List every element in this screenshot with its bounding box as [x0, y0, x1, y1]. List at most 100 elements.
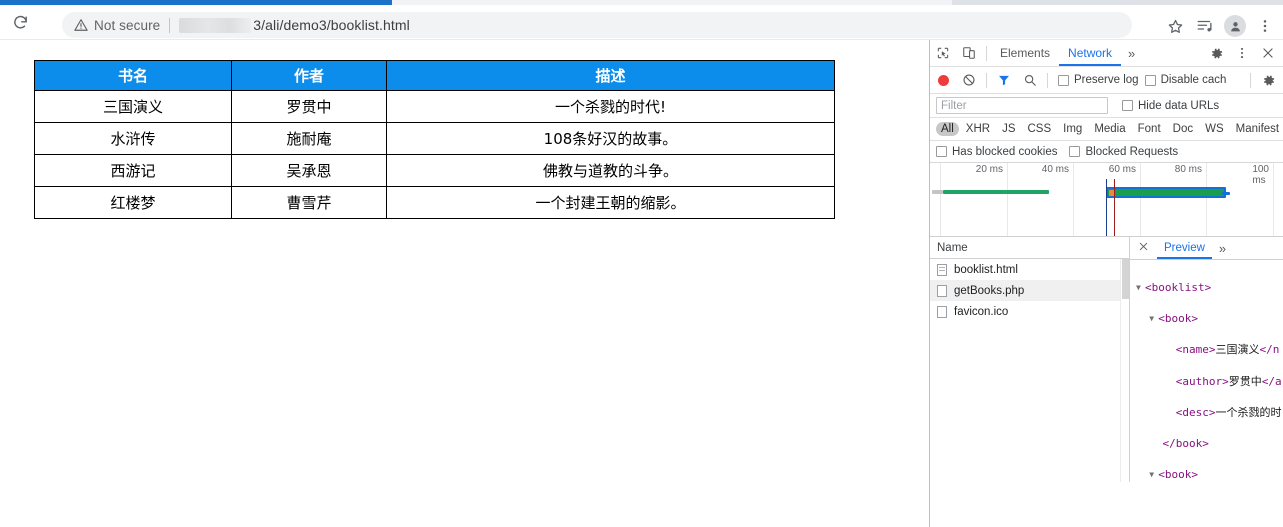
- xml-line: <desc>一个杀戮的时: [1136, 405, 1283, 421]
- disable-cache-checkbox[interactable]: Disable cach: [1144, 74, 1226, 86]
- xml-line: </book>: [1136, 436, 1283, 452]
- filter-input[interactable]: Filter: [936, 97, 1108, 114]
- timeline-bar-tail: [1222, 192, 1230, 195]
- xml-line[interactable]: ▼ <book>: [1136, 311, 1283, 327]
- reload-icon[interactable]: [6, 8, 34, 36]
- chevron-double-right-icon[interactable]: »: [1121, 46, 1142, 61]
- cell-author: 曹雪芹: [231, 186, 387, 219]
- filter-type-doc[interactable]: Doc: [1168, 122, 1198, 136]
- filter-type-xhr[interactable]: XHR: [961, 122, 995, 136]
- three-dot-menu-icon[interactable]: [1229, 40, 1255, 66]
- three-dot-menu-icon[interactable]: [1251, 12, 1279, 40]
- filter-type-js[interactable]: JS: [997, 122, 1020, 136]
- checkbox-box: [1058, 74, 1069, 86]
- xml-value: 三国演义: [1215, 343, 1260, 357]
- blocked-requests-checkbox[interactable]: Blocked Requests: [1069, 146, 1178, 158]
- request-list: Name booklist.html getBooks.php favicon.…: [930, 237, 1130, 482]
- cell-author: 吴承恩: [231, 154, 387, 187]
- xml-line-text: <book>: [1158, 468, 1198, 482]
- hide-data-urls-label: Hide data URLs: [1138, 99, 1220, 112]
- has-blocked-cookies-label: Has blocked cookies: [952, 145, 1058, 158]
- table-row: 西游记 吴承恩 佛教与道教的斗争。: [34, 154, 835, 187]
- devtools-tabbar-actions: [1203, 40, 1281, 66]
- close-icon[interactable]: [1255, 40, 1281, 66]
- tab-preview[interactable]: Preview: [1157, 237, 1212, 259]
- twisty-down-icon[interactable]: ▼: [1136, 280, 1145, 296]
- controls-divider-3: [1250, 72, 1251, 88]
- preserve-log-checkbox[interactable]: Preserve log: [1058, 74, 1139, 86]
- checkbox-box: [1069, 146, 1081, 157]
- timeline-bar-request-1: [943, 190, 1049, 194]
- cell-name: 三国演义: [34, 90, 232, 123]
- table-row: 三国演义 罗贯中 一个杀戮的时代!: [34, 90, 835, 123]
- record-dot-icon[interactable]: [930, 67, 956, 93]
- request-detail-pane: Preview » ▼ <booklist> ▼ <book> <name>三国演义…: [1130, 237, 1283, 482]
- xml-line: <name>三国演义</n: [1136, 342, 1283, 358]
- list-item[interactable]: favicon.ico: [930, 301, 1129, 322]
- list-item[interactable]: booklist.html: [930, 259, 1129, 280]
- chevron-double-right-icon[interactable]: »: [1212, 241, 1233, 256]
- devtools-panel: Elements Network » Preserve log Disable …: [929, 40, 1283, 527]
- xml-value: 罗贯中: [1228, 374, 1262, 388]
- document-icon: [937, 263, 947, 276]
- timeline-tick: 80 ms: [1174, 164, 1202, 175]
- devtools-tabbar: Elements Network »: [930, 40, 1283, 67]
- checkbox-box: [1144, 74, 1156, 86]
- filter-type-media[interactable]: Media: [1089, 122, 1130, 136]
- gear-icon[interactable]: [1203, 40, 1229, 66]
- network-timeline-overview[interactable]: 20 ms 40 ms 60 ms 80 ms 100 ms: [930, 163, 1283, 237]
- xml-line[interactable]: ▼ <booklist>: [1136, 280, 1283, 296]
- cell-author: 罗贯中: [231, 90, 387, 123]
- request-name: booklist.html: [954, 263, 1018, 276]
- cell-name: 水浒传: [34, 122, 232, 155]
- warning-triangle-icon: [74, 19, 88, 31]
- book-list-table: 书名 作者 描述 三国演义 罗贯中 一个杀戮的时代! 水浒传 施耐庵 108条好…: [34, 60, 835, 219]
- device-toolbar-icon[interactable]: [956, 40, 982, 66]
- request-name: getBooks.php: [954, 284, 1025, 297]
- tab-network[interactable]: Network: [1059, 40, 1121, 66]
- table-row: 红楼梦 曹雪芹 一个封建王朝的缩影。: [34, 186, 835, 219]
- timeline-tick: 60 ms: [1108, 164, 1136, 175]
- checkbox-box: [936, 146, 947, 157]
- inspect-element-icon[interactable]: [930, 40, 956, 66]
- filter-type-ws[interactable]: WS: [1200, 122, 1229, 136]
- clear-circle-slash-icon[interactable]: [956, 67, 982, 93]
- request-list-scrollbar[interactable]: [1120, 259, 1129, 482]
- preserve-log-label: Preserve log: [1074, 74, 1139, 86]
- cell-name: 西游记: [34, 154, 232, 187]
- xml-line-text: <book>: [1158, 311, 1198, 325]
- hide-data-urls-checkbox[interactable]: Hide data URLs: [1122, 100, 1219, 112]
- filter-type-manifest[interactable]: Manifest: [1231, 122, 1283, 136]
- twisty-down-icon[interactable]: ▼: [1149, 467, 1158, 482]
- gear-icon[interactable]: [1255, 67, 1281, 93]
- cell-desc: 一个封建王朝的缩影。: [386, 186, 835, 219]
- controls-divider: [986, 72, 987, 88]
- filter-funnel-icon[interactable]: [991, 67, 1017, 93]
- xml-line[interactable]: ▼ <book>: [1136, 467, 1283, 482]
- has-blocked-cookies-checkbox[interactable]: Has blocked cookies: [936, 146, 1057, 158]
- request-column-header-name[interactable]: Name: [930, 237, 1129, 259]
- close-icon[interactable]: [1130, 241, 1157, 255]
- browser-toolbar: Not secure 3/ali/demo3/booklist.html: [0, 5, 1283, 39]
- timeline-bar-queue: [932, 190, 943, 194]
- toolbar-divider: [986, 45, 987, 61]
- profile-avatar-icon[interactable]: [1221, 12, 1249, 40]
- search-icon[interactable]: [1017, 67, 1043, 93]
- cell-desc: 佛教与道教的斗争。: [386, 154, 835, 187]
- cell-author: 施耐庵: [231, 122, 387, 155]
- network-settings-actions: [1246, 67, 1281, 93]
- filter-type-all[interactable]: All: [936, 122, 959, 136]
- twisty-down-icon[interactable]: ▼: [1149, 311, 1158, 327]
- scrollbar-thumb[interactable]: [1122, 259, 1129, 299]
- list-item[interactable]: getBooks.php: [930, 280, 1129, 301]
- filter-type-font[interactable]: Font: [1133, 122, 1166, 136]
- reading-list-icon[interactable]: [1191, 12, 1219, 40]
- checkbox-box: [1122, 100, 1133, 111]
- xml-tag-close: </a: [1261, 374, 1282, 388]
- filter-type-css[interactable]: CSS: [1022, 122, 1056, 136]
- address-bar[interactable]: Not secure 3/ali/demo3/booklist.html: [62, 12, 1132, 38]
- star-icon[interactable]: [1161, 12, 1189, 40]
- xml-tag-open: <desc>: [1175, 405, 1216, 419]
- tab-elements[interactable]: Elements: [991, 40, 1059, 66]
- filter-type-img[interactable]: Img: [1058, 122, 1087, 136]
